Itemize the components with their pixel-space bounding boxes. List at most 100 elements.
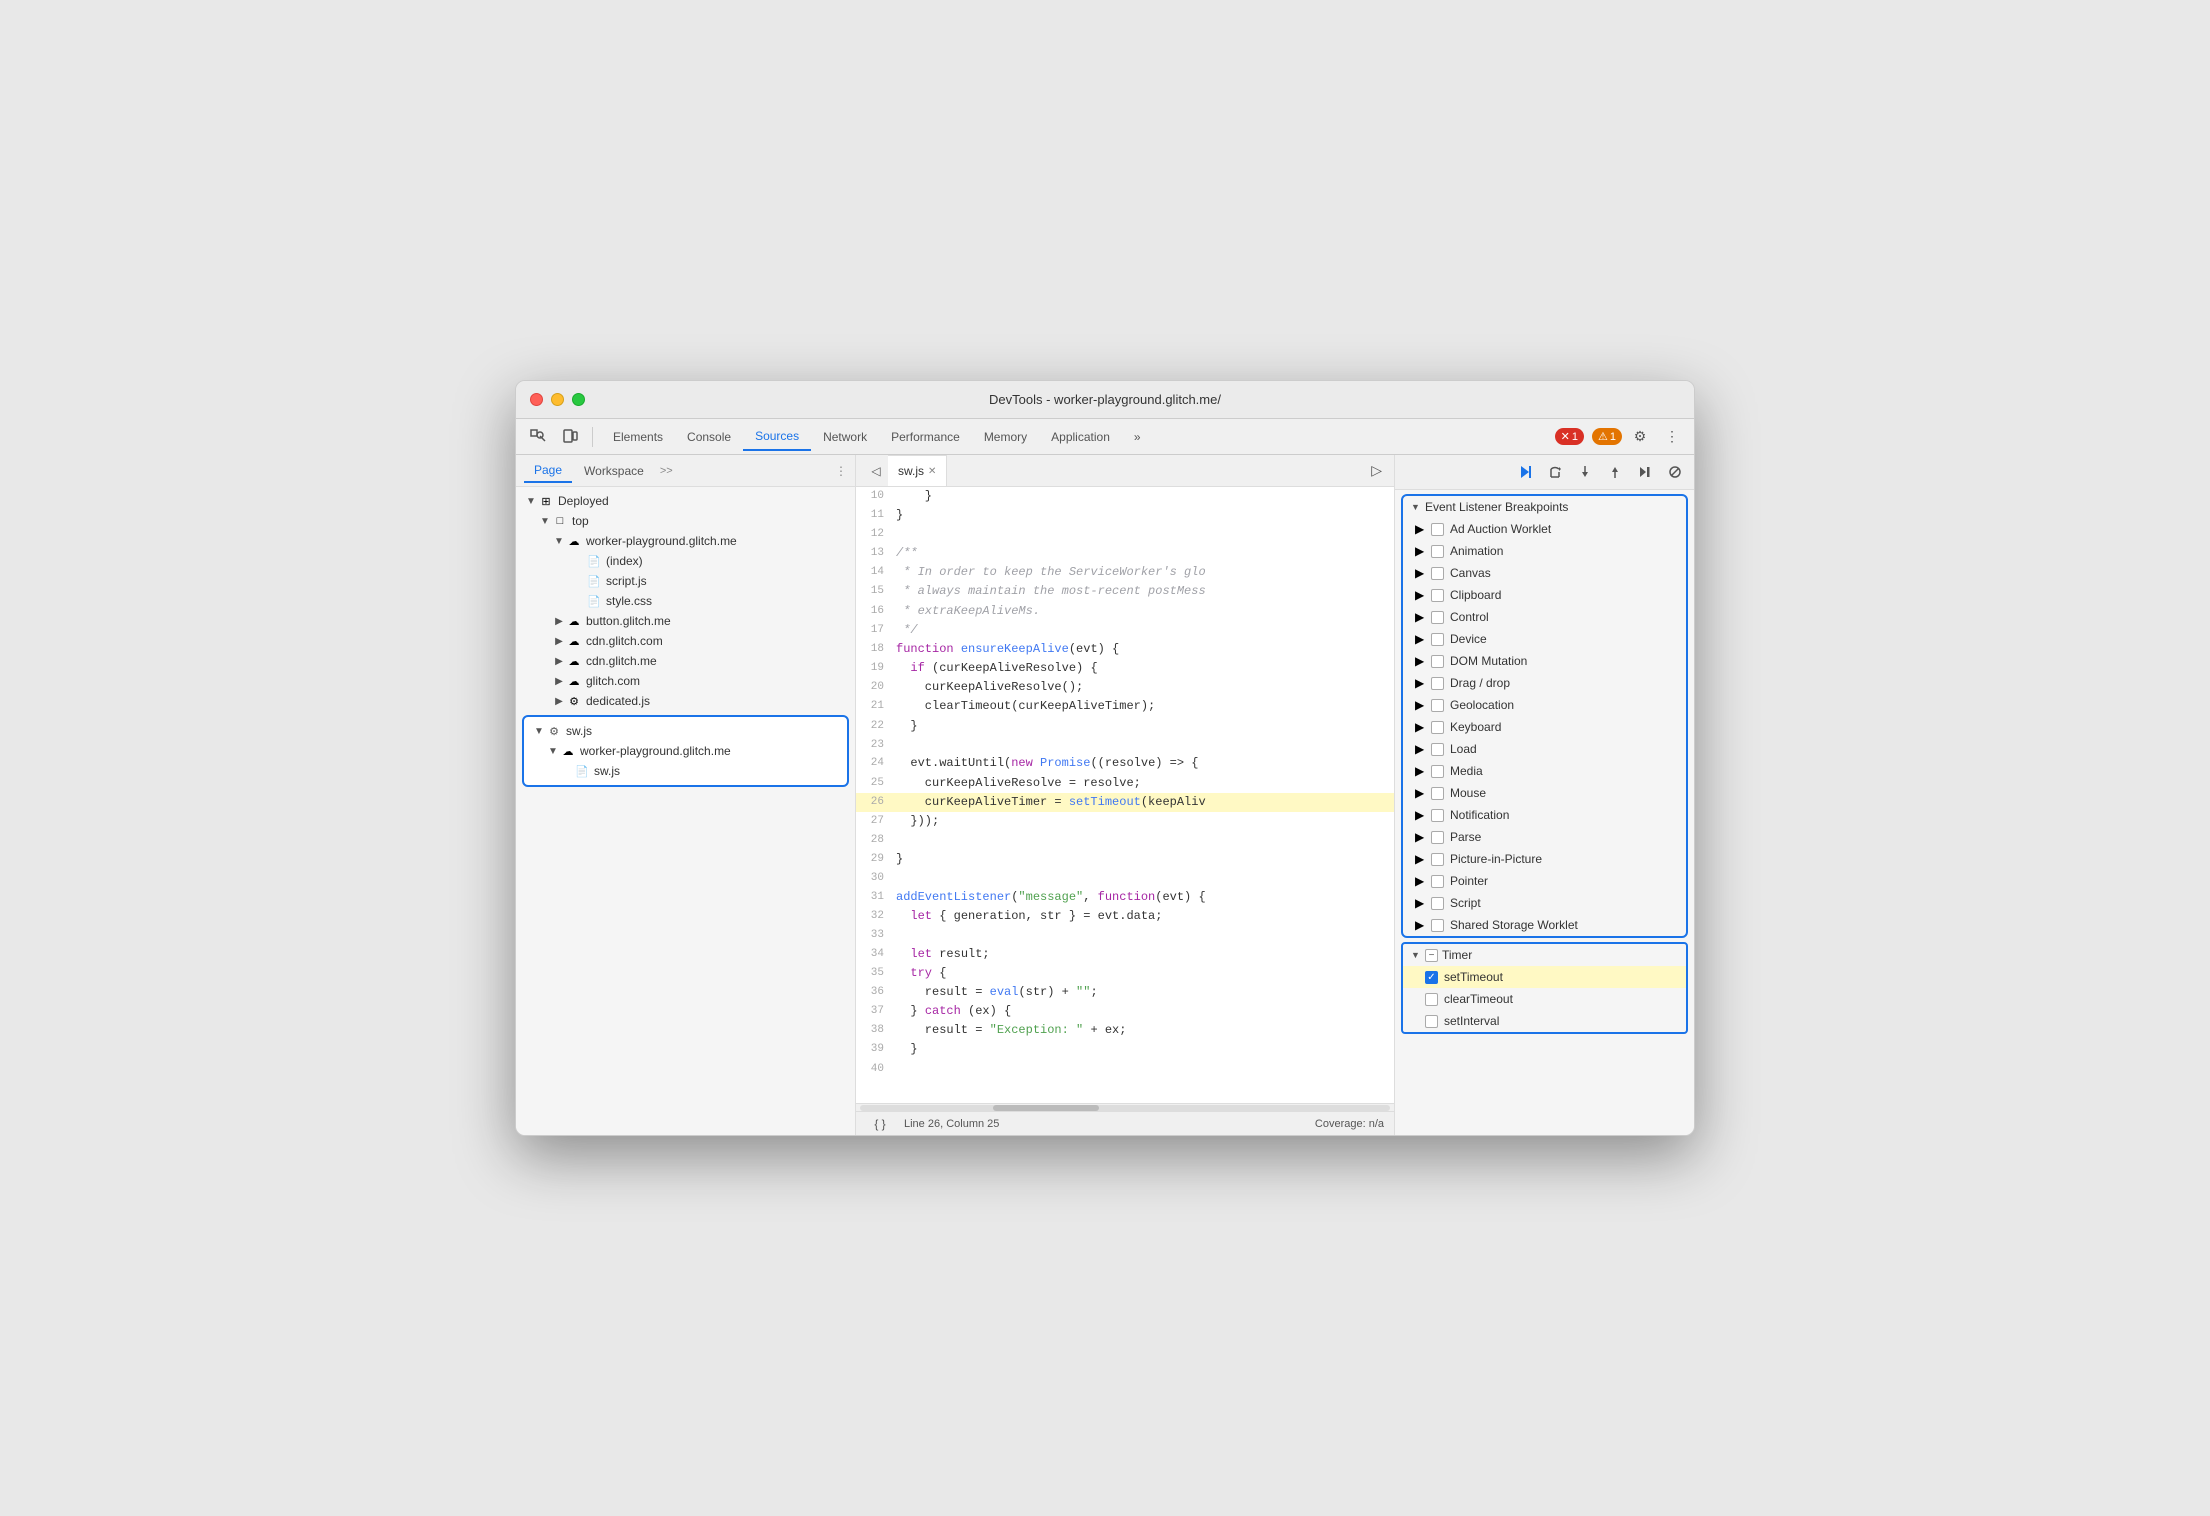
tab-application[interactable]: Application bbox=[1039, 423, 1122, 451]
timer-main-checkbox[interactable]: − bbox=[1425, 949, 1438, 962]
resume-button[interactable] bbox=[1512, 459, 1538, 485]
tree-item-script-js[interactable]: ▶ 📄 script.js bbox=[516, 571, 855, 591]
bp-checkbox-settimeout[interactable]: ✓ bbox=[1425, 971, 1438, 984]
bp-checkbox-load[interactable] bbox=[1431, 743, 1444, 756]
tab-console[interactable]: Console bbox=[675, 423, 743, 451]
panel-more-button[interactable]: >> bbox=[656, 465, 677, 477]
tree-item-index[interactable]: ▶ 📄 (index) bbox=[516, 551, 855, 571]
minimize-button[interactable] bbox=[551, 393, 564, 406]
maximize-button[interactable] bbox=[572, 393, 585, 406]
code-line-30: 30 bbox=[856, 869, 1394, 888]
error-badge[interactable]: ✕ 1 bbox=[1555, 428, 1584, 445]
code-tab-swjs[interactable]: sw.js ✕ bbox=[888, 455, 947, 486]
tree-item-cdn-me[interactable]: ▶ ☁ cdn.glitch.me bbox=[516, 651, 855, 671]
bp-set-timeout[interactable]: ✓ setTimeout bbox=[1403, 966, 1686, 988]
step-button[interactable] bbox=[1632, 459, 1658, 485]
bp-set-interval[interactable]: setInterval bbox=[1403, 1010, 1686, 1032]
bp-checkbox-control[interactable] bbox=[1431, 611, 1444, 624]
bp-checkbox-animation[interactable] bbox=[1431, 545, 1444, 558]
bp-keyboard[interactable]: ▶ Keyboard bbox=[1403, 716, 1686, 738]
bp-checkbox-drag[interactable] bbox=[1431, 677, 1444, 690]
bp-checkbox-setinterval[interactable] bbox=[1425, 1015, 1438, 1028]
bp-control[interactable]: ▶ Control bbox=[1403, 606, 1686, 628]
bp-clipboard[interactable]: ▶ Clipboard bbox=[1403, 584, 1686, 606]
bp-checkbox-pip[interactable] bbox=[1431, 853, 1444, 866]
tree-item-sw-js-file[interactable]: ▶ 📄 sw.js bbox=[524, 761, 847, 781]
bp-checkbox-script[interactable] bbox=[1431, 897, 1444, 910]
bp-picture-in-picture[interactable]: ▶ Picture-in-Picture bbox=[1403, 848, 1686, 870]
bp-checkbox-mouse[interactable] bbox=[1431, 787, 1444, 800]
box-icon: ⊞ bbox=[538, 493, 554, 509]
more-tabs-button[interactable]: » bbox=[1122, 423, 1153, 451]
bp-geolocation[interactable]: ▶ Geolocation bbox=[1403, 694, 1686, 716]
bp-shared-storage[interactable]: ▶ Shared Storage Worklet bbox=[1403, 914, 1686, 936]
code-panel-toggle-icon[interactable]: ▷ bbox=[1367, 462, 1386, 479]
code-tab-back-icon[interactable]: ◁ bbox=[864, 459, 888, 483]
bp-checkbox-pointer[interactable] bbox=[1431, 875, 1444, 888]
code-panel: ◁ sw.js ✕ ▷ 10 } 11 } 12 bbox=[856, 455, 1394, 1135]
settings-icon[interactable]: ⚙ bbox=[1626, 423, 1654, 451]
tree-item-sw-js-group[interactable]: ▼ ⚙ sw.js bbox=[524, 721, 847, 741]
bp-checkbox-parse[interactable] bbox=[1431, 831, 1444, 844]
bp-load[interactable]: ▶ Load bbox=[1403, 738, 1686, 760]
bp-script[interactable]: ▶ Script bbox=[1403, 892, 1686, 914]
bp-device[interactable]: ▶ Device bbox=[1403, 628, 1686, 650]
tab-page[interactable]: Page bbox=[524, 459, 572, 483]
code-line-18: 18 function ensureKeepAlive(evt) { bbox=[856, 640, 1394, 659]
warning-badge[interactable]: ⚠ 1 bbox=[1592, 428, 1622, 445]
bp-checkbox-clipboard[interactable] bbox=[1431, 589, 1444, 602]
bp-mouse[interactable]: ▶ Mouse bbox=[1403, 782, 1686, 804]
bp-media[interactable]: ▶ Media bbox=[1403, 760, 1686, 782]
bp-canvas[interactable]: ▶ Canvas bbox=[1403, 562, 1686, 584]
bp-checkbox-media[interactable] bbox=[1431, 765, 1444, 778]
tab-memory[interactable]: Memory bbox=[972, 423, 1039, 451]
device-toolbar-icon[interactable] bbox=[556, 423, 584, 451]
bp-checkbox-shared[interactable] bbox=[1431, 919, 1444, 932]
step-out-button[interactable] bbox=[1602, 459, 1628, 485]
bp-checkbox-keyboard[interactable] bbox=[1431, 721, 1444, 734]
tab-network[interactable]: Network bbox=[811, 423, 879, 451]
bp-ad-auction[interactable]: ▶ Ad Auction Worklet bbox=[1403, 518, 1686, 540]
step-into-button[interactable] bbox=[1572, 459, 1598, 485]
bp-checkbox-canvas[interactable] bbox=[1431, 567, 1444, 580]
close-button[interactable] bbox=[530, 393, 543, 406]
bp-checkbox-geo[interactable] bbox=[1431, 699, 1444, 712]
tree-item-glitch-com[interactable]: ▶ ☁ glitch.com bbox=[516, 671, 855, 691]
more-options-icon[interactable]: ⋮ bbox=[1658, 423, 1686, 451]
bp-pointer[interactable]: ▶ Pointer bbox=[1403, 870, 1686, 892]
horizontal-scrollbar-thumb[interactable] bbox=[993, 1105, 1099, 1111]
bp-notification[interactable]: ▶ Notification bbox=[1403, 804, 1686, 826]
bp-checkbox-ad-auction[interactable] bbox=[1431, 523, 1444, 536]
bp-parse[interactable]: ▶ Parse bbox=[1403, 826, 1686, 848]
bp-checkbox-dom[interactable] bbox=[1431, 655, 1444, 668]
code-tab-close-icon[interactable]: ✕ bbox=[928, 466, 936, 477]
tab-elements[interactable]: Elements bbox=[601, 423, 675, 451]
deactivate-breakpoints-button[interactable] bbox=[1662, 459, 1688, 485]
event-listener-header[interactable]: ▼ Event Listener Breakpoints bbox=[1403, 496, 1686, 518]
tree-item-worker-playground[interactable]: ▼ ☁ worker-playground.glitch.me bbox=[516, 531, 855, 551]
bp-drag-drop[interactable]: ▶ Drag / drop bbox=[1403, 672, 1686, 694]
panel-options-icon[interactable]: ⋮ bbox=[835, 464, 847, 478]
bp-checkbox-device[interactable] bbox=[1431, 633, 1444, 646]
tab-workspace[interactable]: Workspace bbox=[574, 460, 654, 482]
tree-item-deployed[interactable]: ▼ ⊞ Deployed bbox=[516, 491, 855, 511]
step-over-button[interactable] bbox=[1542, 459, 1568, 485]
window-title: DevTools - worker-playground.glitch.me/ bbox=[989, 392, 1221, 407]
tree-item-wp2[interactable]: ▼ ☁ worker-playground.glitch.me bbox=[524, 741, 847, 761]
code-area[interactable]: 10 } 11 } 12 13 /** 14 * In orde bbox=[856, 487, 1394, 1103]
tree-item-cdn-com[interactable]: ▶ ☁ cdn.glitch.com bbox=[516, 631, 855, 651]
tree-item-top[interactable]: ▼ □ top bbox=[516, 511, 855, 531]
tree-item-button-glitch[interactable]: ▶ ☁ button.glitch.me bbox=[516, 611, 855, 631]
tab-sources[interactable]: Sources bbox=[743, 423, 811, 451]
tab-performance[interactable]: Performance bbox=[879, 423, 972, 451]
tree-item-style-css[interactable]: ▶ 📄 style.css bbox=[516, 591, 855, 611]
timer-section-header[interactable]: ▼ − Timer bbox=[1403, 944, 1686, 966]
bp-clear-timeout[interactable]: clearTimeout bbox=[1403, 988, 1686, 1010]
tree-item-dedicated-js[interactable]: ▶ ⚙ dedicated.js bbox=[516, 691, 855, 711]
bp-checkbox-cleartimeout[interactable] bbox=[1425, 993, 1438, 1006]
bp-dom-mutation[interactable]: ▶ DOM Mutation bbox=[1403, 650, 1686, 672]
format-button[interactable]: { } bbox=[866, 1110, 894, 1136]
bp-animation[interactable]: ▶ Animation bbox=[1403, 540, 1686, 562]
inspect-element-icon[interactable] bbox=[524, 423, 552, 451]
bp-checkbox-notif[interactable] bbox=[1431, 809, 1444, 822]
